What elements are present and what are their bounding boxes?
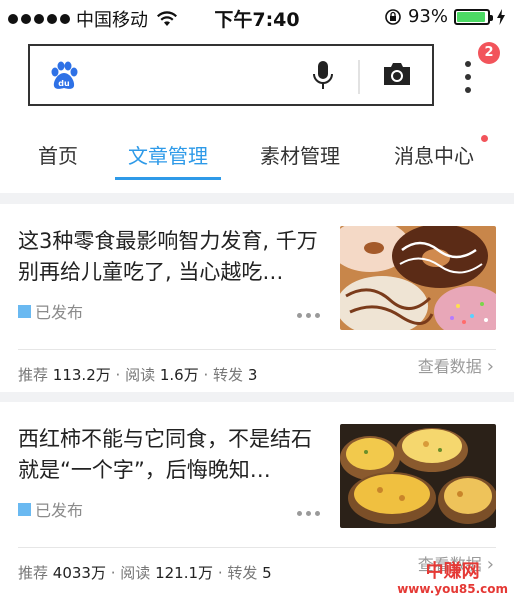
article-title[interactable]: 这3种零食最影响智力发育, 千万别再给儿童吃了, 当心越吃… [18,226,328,288]
article-stats: 推荐 113.2万 · 阅读 1.6万 · 转发 3 [18,366,258,384]
tab-material-management[interactable]: 素材管理 [260,140,340,169]
tab-home[interactable]: 首页 [38,140,78,169]
share-label: 转发 [213,366,244,384]
article-card[interactable]: 这3种零食最影响智力发育, 千万别再给儿童吃了, 当心越吃… 已发布 查看数据 … [0,204,514,392]
baidu-paw-icon[interactable]: du [48,60,80,92]
view-data-label: 查看数据 [417,357,482,376]
recommend-count: 4033万 [52,564,106,582]
search-header: du 2 [0,34,514,120]
camera-icon[interactable] [382,61,412,87]
view-data-link[interactable]: 查看数据 › [418,353,494,377]
recommend-label: 推荐 [18,564,49,582]
active-tab-indicator [115,177,221,180]
unread-dot [481,135,488,142]
share-count: 3 [247,366,258,384]
publish-status: 已发布 [18,497,83,521]
search-divider [358,60,360,94]
chevron-right-icon: › [486,356,494,377]
battery-percent: 93% [407,6,448,27]
recommend-label: 推荐 [18,366,49,384]
rotation-lock-icon [385,8,401,25]
published-square-icon [18,502,31,516]
published-square-icon [18,304,31,318]
share-count: 5 [262,564,272,582]
watermark-url: www.you85.com [397,582,508,596]
more-horizontal-icon[interactable] [297,511,320,516]
article-stats: 推荐 4033万 · 阅读 121.1万 · 转发 5 [18,564,272,582]
card-divider [18,349,496,350]
status-bar: 中国移动 下午7:40 93% [0,0,514,34]
article-thumbnail[interactable] [340,424,496,528]
publish-status-label: 已发布 [35,501,84,520]
watermark-brand: 中赚网 [425,561,480,582]
battery-info: 93% [384,6,506,27]
read-label: 阅读 [120,564,151,582]
read-count: 1.6万 [159,366,199,384]
publish-status-label: 已发布 [35,303,84,322]
tab-message-center[interactable]: 消息中心 [394,140,474,169]
card-divider [18,547,496,548]
tab-bar: 首页 文章管理 素材管理 消息中心 [0,120,514,182]
previous-card-remnant [0,182,514,193]
watermark: 中赚网 www.you85.com [397,561,508,597]
notification-badge: 2 [478,42,500,64]
article-title[interactable]: 西红柿不能与它同食，不是结石就是“一个字”，后悔晚知… [18,424,328,486]
recommend-count: 113.2万 [52,366,111,384]
battery-icon [454,8,493,25]
tab-article-management[interactable]: 文章管理 [128,140,208,169]
more-vertical-icon[interactable] [464,60,472,94]
share-label: 转发 [227,564,258,582]
charging-icon [497,8,505,25]
article-thumbnail[interactable] [340,226,496,330]
read-count: 121.1万 [155,564,214,582]
more-horizontal-icon[interactable] [297,313,320,318]
search-box[interactable]: du [28,44,434,106]
publish-status: 已发布 [18,299,83,323]
microphone-icon[interactable] [312,60,334,92]
read-label: 阅读 [125,366,156,384]
svg-text:du: du [58,79,70,88]
